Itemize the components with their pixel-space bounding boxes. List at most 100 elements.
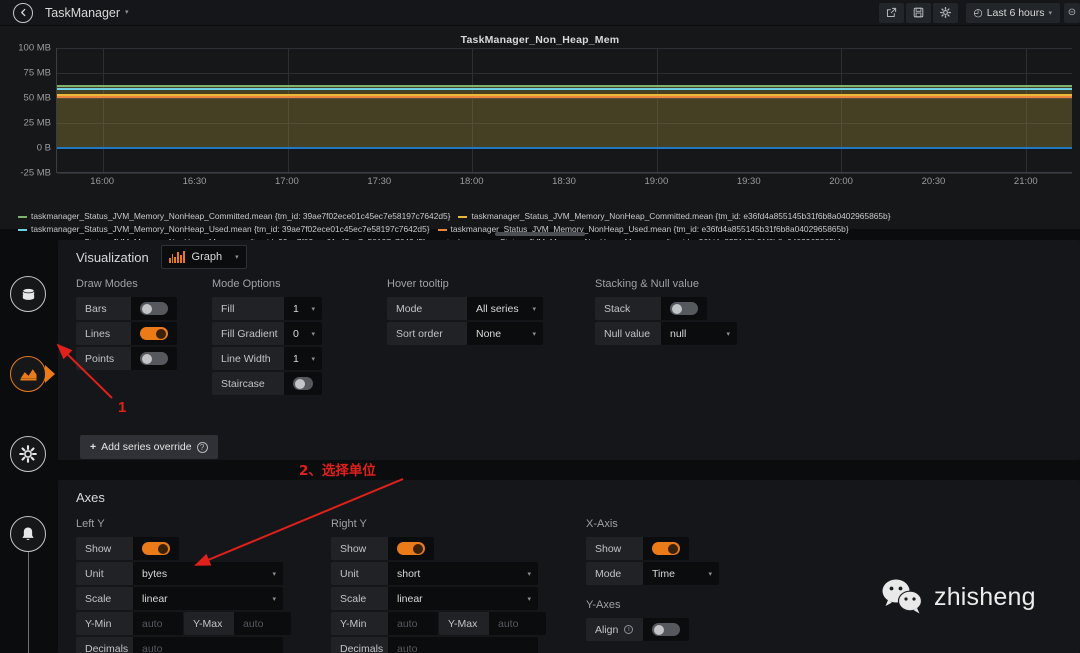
field-tooltip-mode[interactable]: Mode All series ▾ — [387, 297, 557, 320]
sidebar-item-visualization[interactable] — [10, 356, 46, 392]
toggle-cell-stack[interactable] — [661, 297, 707, 320]
settings-gear-icon[interactable] — [932, 2, 958, 23]
toggle-cell-staircase[interactable] — [284, 372, 322, 395]
toggle-points[interactable] — [140, 352, 168, 365]
field-left-y-scale[interactable]: Scale linear ▾ — [76, 587, 291, 610]
field-right-y-minmax[interactable]: Y-Min auto Y-Max auto — [331, 612, 546, 635]
toggle-cell-bars[interactable] — [131, 297, 177, 320]
time-range-picker[interactable]: ◴ Last 6 hours ▾ — [965, 2, 1060, 23]
field-label-left-y-max: Y-Max — [184, 612, 234, 635]
field-right-y-unit[interactable]: Unit short ▾ — [331, 562, 546, 585]
select-line-width[interactable]: 1 ▾ — [284, 347, 322, 370]
input-left-y-min[interactable]: auto — [133, 612, 183, 635]
field-label-y-axes-align: Align i — [586, 618, 643, 641]
chevron-down-icon: ▾ — [527, 595, 531, 603]
field-fill[interactable]: Fill 1 ▾ — [212, 297, 349, 320]
graph-panel: TaskManager_Non_Heap_Mem 100 MB 75 MB 50 M… — [0, 26, 1080, 247]
input-right-y-decimals[interactable]: auto — [388, 637, 538, 653]
legend-item[interactable]: taskmanager_Status_JVM_Memory_NonHeap_Co… — [18, 210, 450, 223]
field-left-y-show[interactable]: Show — [76, 537, 291, 560]
legend-item[interactable]: taskmanager_Status_JVM_Memory_NonHeap_Co… — [458, 210, 891, 223]
select-right-y-unit[interactable]: short ▾ — [388, 562, 538, 585]
toggle-cell-points[interactable] — [131, 347, 177, 370]
panel-resize-handle[interactable] — [495, 232, 585, 236]
field-right-y-decimals[interactable]: Decimals auto — [331, 637, 546, 653]
sidebar-item-queries[interactable] — [10, 276, 46, 312]
select-value-fill: 1 — [293, 302, 299, 315]
toggle-cell-left-y-show[interactable] — [133, 537, 179, 560]
share-icon[interactable] — [878, 2, 904, 23]
toggle-bars[interactable] — [140, 302, 168, 315]
field-null-value[interactable]: Null value null ▾ — [595, 322, 775, 345]
graph-icon — [19, 368, 37, 381]
select-value-left-y-scale: linear — [142, 592, 168, 605]
plot-canvas[interactable] — [56, 48, 1072, 174]
field-x-axis-show[interactable]: Show — [586, 537, 786, 560]
field-stack[interactable]: Stack — [595, 297, 775, 320]
input-left-y-max[interactable]: auto — [234, 612, 291, 635]
input-left-y-decimals[interactable]: auto — [133, 637, 283, 653]
sidebar-item-general[interactable] — [10, 436, 46, 472]
field-fill-gradient[interactable]: Fill Gradient 0 ▾ — [212, 322, 349, 345]
select-fill-gradient[interactable]: 0 ▾ — [284, 322, 322, 345]
stacking-column: Stacking & Null value Stack Null value n… — [595, 278, 775, 397]
select-left-y-unit[interactable]: bytes ▾ — [133, 562, 283, 585]
input-right-y-min[interactable]: auto — [388, 612, 438, 635]
chevron-down-icon: ▾ — [272, 570, 276, 578]
toggle-right-y-show[interactable] — [397, 542, 425, 555]
field-right-y-scale[interactable]: Scale linear ▾ — [331, 587, 546, 610]
toggle-cell-right-y-show[interactable] — [388, 537, 434, 560]
arrow-left-circle-icon[interactable] — [13, 2, 33, 23]
field-label-fill-gradient: Fill Gradient — [212, 322, 284, 345]
field-left-y-unit[interactable]: Unit bytes ▾ — [76, 562, 291, 585]
select-tooltip-mode[interactable]: All series ▾ — [467, 297, 543, 320]
toggle-left-y-show[interactable] — [142, 542, 170, 555]
visualization-type-picker[interactable]: Graph ▾ — [160, 245, 247, 269]
select-sort-order[interactable]: None ▾ — [467, 322, 543, 345]
field-label-left-y-show: Show — [76, 537, 133, 560]
select-fill[interactable]: 1 ▾ — [284, 297, 322, 320]
toggle-cell-lines[interactable] — [131, 322, 177, 345]
select-null-value[interactable]: null ▾ — [661, 322, 737, 345]
select-x-axis-mode[interactable]: Time ▾ — [643, 562, 719, 585]
field-x-axis-mode[interactable]: Mode Time ▾ — [586, 562, 786, 585]
x-tick-label: 19:00 — [644, 176, 669, 187]
sidebar-item-alert[interactable] — [10, 516, 46, 552]
field-left-y-minmax[interactable]: Y-Min auto Y-Max auto — [76, 612, 291, 635]
toggle-cell-x-axis-show[interactable] — [643, 537, 689, 560]
toggle-stack[interactable] — [670, 302, 698, 315]
toggle-x-axis-show[interactable] — [652, 542, 680, 555]
field-lines[interactable]: Lines — [76, 322, 194, 345]
save-icon[interactable] — [905, 2, 931, 23]
field-points[interactable]: Points — [76, 347, 194, 370]
legend-item[interactable]: taskmanager_Status_JVM_Memory_NonHeap_Us… — [18, 223, 430, 236]
field-staircase[interactable]: Staircase — [212, 372, 349, 395]
select-value-fill-gradient: 0 — [293, 327, 299, 340]
y-axes-label: Y-Axes — [586, 599, 621, 611]
toggle-lines[interactable] — [140, 327, 168, 340]
chevron-down-icon[interactable]: ▾ — [125, 8, 129, 16]
chevron-down-icon: ▾ — [708, 570, 712, 578]
info-icon[interactable]: i — [624, 625, 634, 634]
field-right-y-show[interactable]: Show — [331, 537, 546, 560]
input-right-y-max[interactable]: auto — [489, 612, 546, 635]
field-label-stack: Stack — [595, 297, 661, 320]
field-label-tooltip-mode: Mode — [387, 297, 467, 320]
toggle-cell-y-axes-align[interactable] — [643, 618, 689, 641]
select-left-y-scale[interactable]: linear ▾ — [133, 587, 283, 610]
field-bars[interactable]: Bars — [76, 297, 194, 320]
chevron-down-icon: ▾ — [311, 355, 315, 363]
field-line-width[interactable]: Line Width 1 ▾ — [212, 347, 349, 370]
field-label-left-y-decimals: Decimals — [76, 637, 133, 653]
help-icon[interactable]: ? — [196, 441, 208, 453]
field-y-axes-align[interactable]: Align i — [586, 618, 786, 641]
add-series-override-button[interactable]: + Add series override ? — [80, 435, 218, 459]
field-left-y-decimals[interactable]: Decimals auto — [76, 637, 291, 653]
toggle-y-axes-align[interactable] — [652, 623, 680, 636]
x-axis-label: X-Axis — [586, 518, 618, 530]
select-right-y-scale[interactable]: linear ▾ — [388, 587, 538, 610]
field-sort-order[interactable]: Sort order None ▾ — [387, 322, 557, 345]
toggle-staircase[interactable] — [293, 377, 313, 390]
dashboard-title[interactable]: TaskManager — [45, 6, 120, 20]
zoom-out-icon[interactable]: ⊝ — [1064, 2, 1080, 23]
